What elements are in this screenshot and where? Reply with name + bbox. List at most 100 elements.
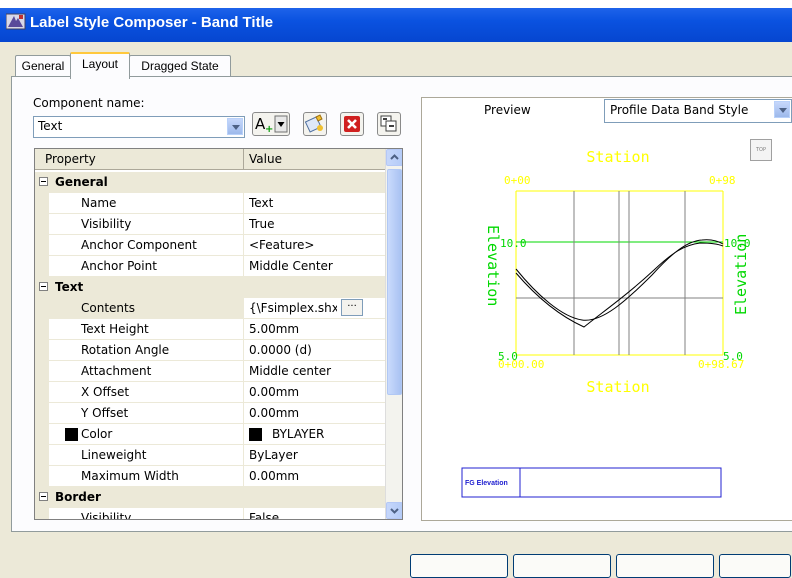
scroll-down-button[interactable]: [386, 502, 402, 519]
property-value[interactable]: Middle center: [249, 364, 357, 378]
category-label: Text: [55, 280, 84, 294]
property-row[interactable]: Visibility True: [35, 214, 385, 235]
property-name: Contents: [81, 301, 135, 315]
scroll-thumb[interactable]: [387, 169, 402, 395]
tab-dragged-state[interactable]: Dragged State: [129, 55, 231, 77]
property-name: Y Offset: [81, 406, 129, 420]
preview-canvas[interactable]: Station Station 0+00 0+98 0+00.00 0+98.6…: [421, 125, 792, 521]
property-name: X Offset: [81, 385, 130, 399]
station-title-top: Station: [586, 148, 649, 166]
top-view-button[interactable]: TOP: [750, 139, 772, 161]
station-label-top-right: 0+98: [709, 174, 736, 187]
property-value[interactable]: ByLayer: [249, 448, 357, 462]
property-value[interactable]: 5.00mm: [249, 322, 357, 336]
collapse-icon[interactable]: [39, 282, 48, 291]
component-name-dropdown[interactable]: Text: [33, 116, 245, 138]
add-component-button[interactable]: A +: [252, 112, 290, 136]
component-draw-order-button[interactable]: [377, 112, 401, 136]
category-label: General: [55, 175, 108, 189]
delete-icon: [344, 116, 360, 132]
property-row[interactable]: Rotation Angle 0.0000 (d): [35, 340, 385, 361]
property-value[interactable]: 0.00mm: [249, 385, 357, 399]
preview-style-dropdown[interactable]: Profile Data Band Style: [604, 99, 792, 123]
property-value[interactable]: BYLAYER: [272, 427, 380, 441]
chevron-down-icon: [390, 508, 399, 514]
property-grid[interactable]: Property Value General Name Text Visibil…: [34, 148, 403, 520]
tab-layout[interactable]: Layout: [70, 52, 130, 79]
property-name: Attachment: [81, 364, 152, 378]
category-label: Border: [55, 490, 101, 504]
property-value[interactable]: Middle Center: [249, 259, 357, 273]
preview-label: Preview: [484, 103, 531, 117]
property-value[interactable]: {\Fsimplex.shx|c0.: [249, 301, 337, 315]
tab-general[interactable]: General: [15, 55, 71, 77]
property-row[interactable]: Anchor Component <Feature>: [35, 235, 385, 256]
draw-order-icon: [380, 115, 397, 132]
color-swatch: [65, 428, 78, 441]
property-name: Rotation Angle: [81, 343, 170, 357]
property-row[interactable]: Text Height 5.00mm: [35, 319, 385, 340]
property-value[interactable]: 0.0000 (d): [249, 343, 357, 357]
title-bar[interactable]: Label Style Composer - Band Title: [0, 0, 792, 42]
chevron-down-icon[interactable]: [227, 118, 243, 135]
collapse-icon[interactable]: [39, 492, 48, 501]
app-icon: [6, 13, 26, 30]
add-component-icon: A +: [255, 115, 288, 135]
property-row[interactable]: Attachment Middle center: [35, 361, 385, 382]
profile-preview-drawing: Station Station 0+00 0+98 0+00.00 0+98.6…: [461, 148, 751, 498]
property-name: Maximum Width: [81, 469, 179, 483]
cancel-button[interactable]: [513, 554, 611, 578]
property-grid-scrollbar[interactable]: [385, 149, 402, 519]
chevron-down-icon[interactable]: [774, 101, 790, 118]
station-title-bottom: Station: [586, 378, 649, 396]
property-name: Color: [81, 427, 113, 441]
property-row[interactable]: Visibility False: [35, 508, 385, 520]
property-row[interactable]: X Offset 0.00mm: [35, 382, 385, 403]
station-label-top-left: 0+00: [504, 174, 531, 187]
category-row-border[interactable]: Border: [35, 487, 385, 508]
apply-button[interactable]: [616, 554, 714, 578]
help-button[interactable]: [719, 554, 791, 578]
property-name: Name: [81, 196, 117, 210]
property-value[interactable]: False: [249, 511, 357, 519]
scroll-up-button[interactable]: [386, 149, 402, 166]
chevron-up-icon: [390, 154, 399, 160]
property-row[interactable]: Name Text: [35, 193, 385, 214]
component-name-label: Component name:: [33, 96, 145, 110]
category-row-text[interactable]: Text: [35, 277, 385, 298]
property-name: Anchor Point: [81, 259, 157, 273]
property-name: Lineweight: [81, 448, 147, 462]
copy-component-button[interactable]: [303, 112, 327, 136]
elevation-label-left-low: 5.0: [498, 350, 518, 363]
property-value[interactable]: 0.00mm: [249, 469, 357, 483]
property-value[interactable]: True: [249, 217, 357, 231]
property-row-selected[interactable]: Contents {\Fsimplex.shx|c0. ···: [35, 298, 385, 319]
property-name: Anchor Component: [81, 238, 197, 252]
property-row[interactable]: Anchor Point Middle Center: [35, 256, 385, 277]
property-value[interactable]: Text: [249, 196, 357, 210]
property-name: Visibility: [81, 511, 132, 520]
copy-component-icon: [304, 114, 323, 133]
property-row[interactable]: Lineweight ByLayer: [35, 445, 385, 466]
elevation-label-left-high: 10.0: [500, 237, 527, 250]
ok-button[interactable]: [410, 554, 508, 578]
color-swatch: [249, 428, 262, 441]
property-row[interactable]: Color BYLAYER: [35, 424, 385, 445]
collapse-icon[interactable]: [39, 177, 48, 186]
property-column-header[interactable]: Property: [45, 152, 96, 166]
property-row[interactable]: Y Offset 0.00mm: [35, 403, 385, 424]
ellipsis-button[interactable]: ···: [341, 299, 363, 316]
svg-text:+: +: [265, 124, 273, 135]
elevation-label-right-high: 10.0: [724, 237, 751, 250]
delete-component-button[interactable]: [340, 112, 364, 136]
component-name-value: Text: [38, 119, 63, 133]
property-value[interactable]: <Feature>: [249, 238, 357, 252]
value-column-header[interactable]: Value: [249, 152, 282, 166]
property-name: Text Height: [81, 322, 149, 336]
property-value[interactable]: 0.00mm: [249, 406, 357, 420]
property-row[interactable]: Maximum Width 0.00mm: [35, 466, 385, 487]
category-row-general[interactable]: General: [35, 172, 385, 193]
window-title: Label Style Composer - Band Title: [30, 14, 274, 31]
property-grid-header: Property Value: [35, 149, 385, 170]
preview-style-value: Profile Data Band Style: [610, 103, 749, 117]
